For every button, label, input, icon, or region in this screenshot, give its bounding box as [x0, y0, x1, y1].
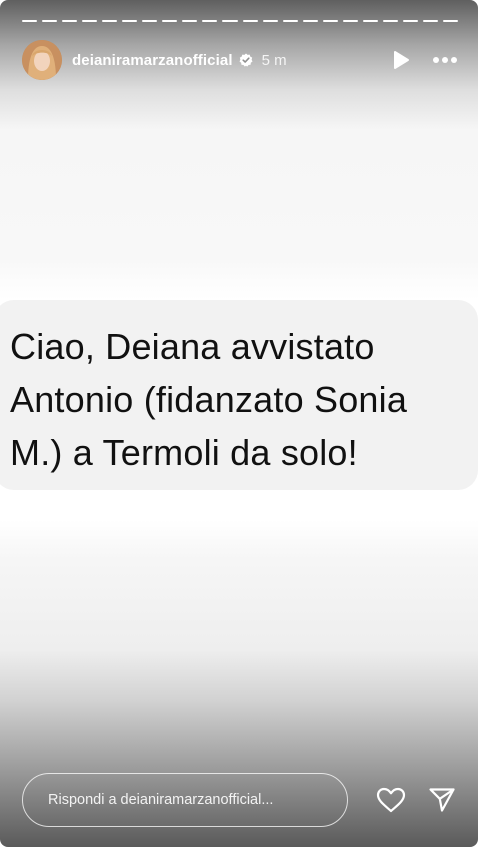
- progress-segment: [102, 20, 118, 22]
- progress-segment: [202, 20, 218, 22]
- progress-segment: [302, 20, 318, 22]
- message-text: Ciao, Deiana avvistato Antonio (fidanzat…: [10, 326, 408, 473]
- send-icon[interactable]: [428, 787, 456, 813]
- progress-segment: [262, 20, 278, 22]
- progress-segment: [282, 20, 298, 22]
- progress-segment: [122, 20, 138, 22]
- header-actions: [392, 50, 458, 70]
- heart-icon[interactable]: [376, 787, 406, 813]
- progress-segment: [342, 20, 358, 22]
- verified-badge-icon: [239, 53, 253, 67]
- progress-segment: [402, 20, 418, 22]
- play-icon[interactable]: [392, 50, 410, 70]
- progress-segment: [442, 20, 459, 22]
- post-time: 5 m: [261, 51, 287, 69]
- footer-actions: [376, 787, 456, 813]
- progress-segment: [182, 20, 198, 22]
- story-viewer: deianiramarzanofficial 5 m Ciao, Deiana …: [0, 0, 478, 847]
- progress-segment: [362, 20, 378, 22]
- progress-segment: [22, 20, 38, 22]
- reply-input[interactable]: Rispondi a deianiramarzanofficial...: [22, 773, 348, 827]
- progress-segment: [242, 20, 258, 22]
- progress-segment: [382, 20, 398, 22]
- progress-segment: [222, 20, 238, 22]
- progress-segment: [82, 20, 98, 22]
- more-options-icon[interactable]: [432, 56, 458, 64]
- progress-segment: [42, 20, 58, 22]
- story-progress-bar: [22, 20, 459, 22]
- progress-segment: [422, 20, 438, 22]
- reply-placeholder: Rispondi a deianiramarzanofficial...: [48, 792, 274, 808]
- avatar[interactable]: [22, 40, 62, 80]
- progress-segment: [322, 20, 338, 22]
- story-header: deianiramarzanofficial 5 m: [22, 40, 458, 80]
- username[interactable]: deianiramarzanofficial: [72, 52, 233, 69]
- progress-segment: [62, 20, 78, 22]
- story-footer: Rispondi a deianiramarzanofficial...: [22, 773, 458, 827]
- progress-segment: [162, 20, 178, 22]
- progress-segment: [142, 20, 158, 22]
- message-bubble: Ciao, Deiana avvistato Antonio (fidanzat…: [0, 300, 478, 490]
